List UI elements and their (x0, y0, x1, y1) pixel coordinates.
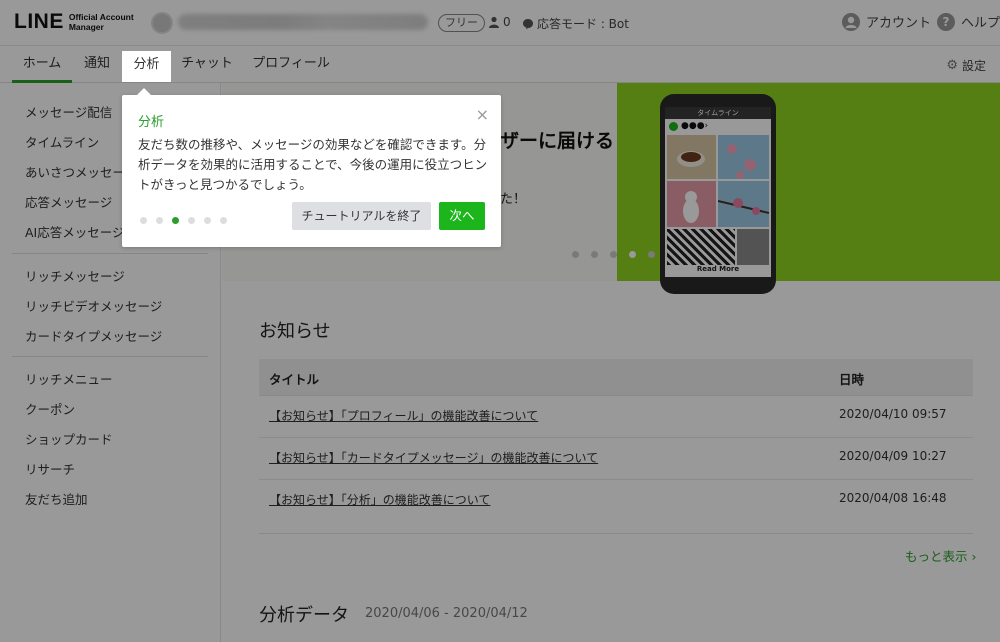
next-button[interactable]: 次へ (439, 202, 485, 230)
popover-body: 友だち数の推移や、メッセージの効果などを確認できます。分析データを効果的に活用す… (138, 137, 488, 192)
tutorial-step-dots (140, 217, 227, 224)
popover-title: 分析 (138, 115, 165, 130)
step-dot (156, 217, 163, 224)
step-dot (204, 217, 211, 224)
close-icon[interactable]: × (476, 105, 489, 124)
end-tutorial-button[interactable]: チュートリアルを終了 (292, 202, 431, 230)
tab-analytics[interactable]: 分析 (122, 51, 171, 82)
step-dot (140, 217, 147, 224)
popover-arrow (137, 88, 151, 95)
step-dot (188, 217, 195, 224)
step-dot (220, 217, 227, 224)
step-dot-active (172, 217, 179, 224)
tutorial-popover: 分析 × 友だち数の推移や、メッセージの効果などを確認できます。分析データを効果… (122, 88, 501, 247)
